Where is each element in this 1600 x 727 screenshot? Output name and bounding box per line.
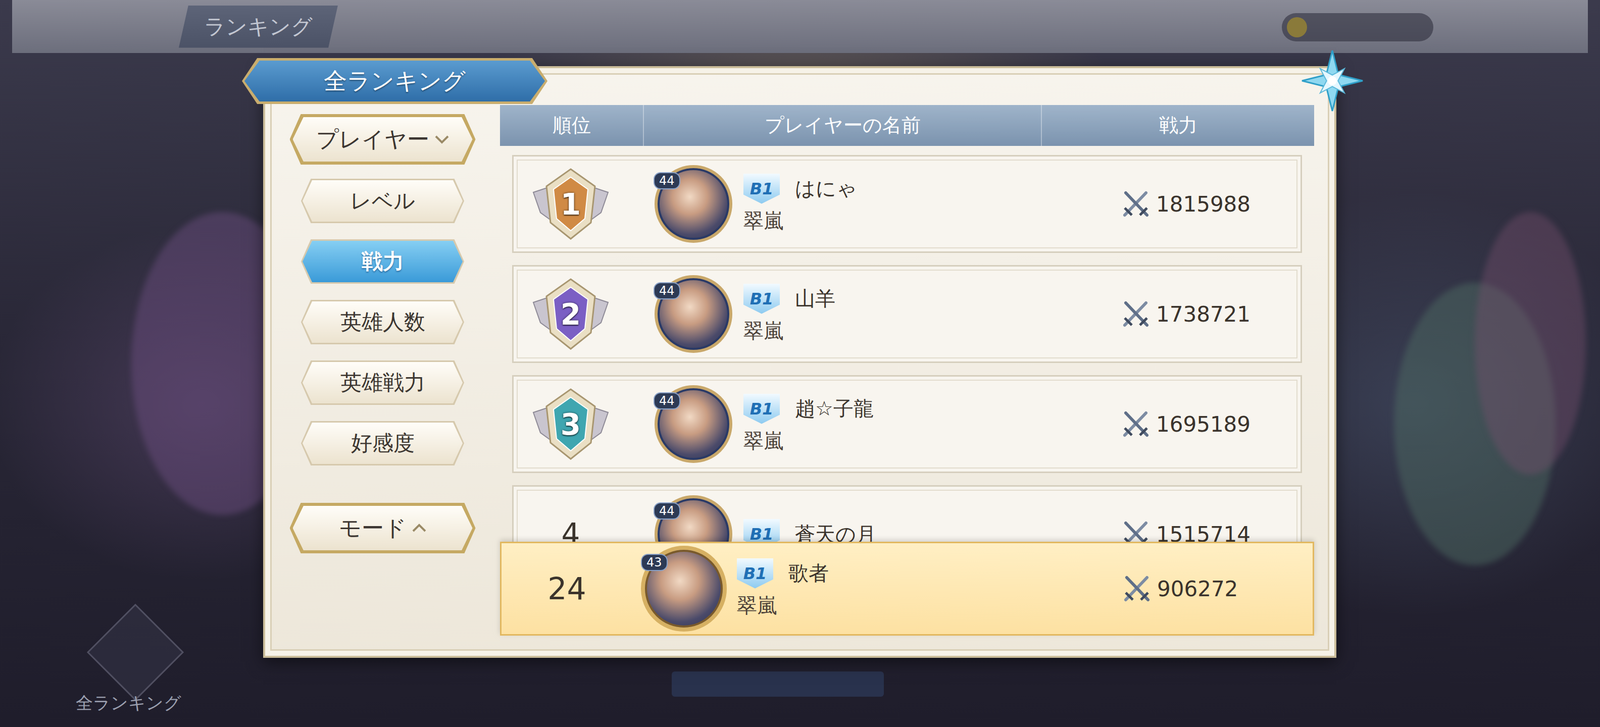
panel-title: 全ランキング <box>244 60 545 102</box>
crossed-swords-icon <box>1120 188 1152 220</box>
level-badge: 43 <box>640 554 668 572</box>
panel-title-tab: 全ランキング <box>241 58 548 105</box>
player-name: はにゃ <box>790 174 1110 203</box>
power-cell: 1738721 <box>1120 298 1251 330</box>
rank-number: 24 <box>547 571 586 607</box>
player-name: 山羊 <box>790 284 1110 313</box>
guild-name: 翠嵐 <box>743 427 791 456</box>
power-value: 1738721 <box>1156 302 1251 327</box>
rank-cell: 1 <box>513 166 628 242</box>
ranking-panel: 全ランキングプレイヤーレベル戦力英雄人数英雄戦力好感度モード順位プレイヤーの名前… <box>263 66 1337 659</box>
sidebar-item[interactable]: 英雄人数 <box>301 300 465 345</box>
sidebar-item[interactable]: 戦力 <box>301 239 465 284</box>
player-avatar[interactable]: 43 <box>640 545 727 632</box>
player-name: 趙☆子龍 <box>790 394 1110 423</box>
sidebar-item[interactable]: 好感度 <box>301 421 465 466</box>
rank-medal: 2 <box>530 276 612 353</box>
background-figure <box>1474 212 1586 475</box>
sidebar-item-label[interactable]: 戦力 <box>361 247 405 276</box>
crossed-swords-icon <box>1121 573 1153 605</box>
player-name: 歌者 <box>784 559 1111 588</box>
player-info: B1 趙☆子龍翠嵐 <box>743 393 1110 456</box>
level-badge: 44 <box>653 392 681 410</box>
player-avatar[interactable]: 44 <box>654 275 733 354</box>
table-header: 順位プレイヤーの名前戦力 <box>500 105 1315 146</box>
power-cell: 1695189 <box>1120 409 1251 440</box>
sidebar-item-face[interactable]: 英雄人数 <box>302 301 463 343</box>
column-header: 戦力 <box>1040 105 1315 146</box>
category-label[interactable]: モード <box>338 513 407 544</box>
chevron-icon[interactable] <box>411 523 427 534</box>
guild-name: 翠嵐 <box>743 317 791 345</box>
server-badge: B1 <box>743 283 780 315</box>
close-button[interactable] <box>1301 49 1364 113</box>
power-cell: 1815988 <box>1120 188 1251 220</box>
sidebar-item[interactable]: 英雄戦力 <box>301 360 465 406</box>
player-avatar[interactable]: 44 <box>654 165 733 243</box>
own-rank-row[interactable]: 24 43 B1 歌者翠嵐 906272 <box>500 541 1315 636</box>
ranking-icon[interactable] <box>86 604 184 702</box>
sidebar-item-face[interactable]: 英雄戦力 <box>302 362 463 404</box>
ranking-screen: ランキング全ランキング全ランキングプレイヤーレベル戦力英雄人数英雄戦力好感度モー… <box>0 0 1600 727</box>
rank-medal: 1 <box>530 166 612 242</box>
chevron-icon[interactable] <box>434 134 450 145</box>
table-row[interactable]: 1 44 B1 はにゃ翠嵐 1815988 <box>512 155 1303 254</box>
server-badge: B1 <box>743 173 780 205</box>
sidebar-item-label[interactable]: レベル <box>350 186 416 216</box>
rank-cell: 3 <box>513 386 628 463</box>
player-info: B1 山羊翠嵐 <box>743 283 1110 345</box>
category-label[interactable]: プレイヤー <box>316 124 430 155</box>
category-dropdown-face[interactable]: プレイヤー <box>292 117 473 162</box>
rank-medal: 3 <box>530 386 612 463</box>
level-badge: 44 <box>653 502 681 520</box>
currency-pill <box>1281 13 1434 42</box>
column-header: 順位 <box>500 105 643 146</box>
column-header: プレイヤーの名前 <box>642 105 1041 146</box>
server-badge: B1 <box>743 393 780 425</box>
sidebar-item-face[interactable]: 戦力 <box>302 240 463 283</box>
player-info: B1 歌者翠嵐 <box>736 558 1111 620</box>
rank-number: 2 <box>530 297 612 332</box>
category-dropdown[interactable]: プレイヤー <box>289 114 476 165</box>
sidebar-item-label[interactable]: 好感度 <box>351 429 415 458</box>
ranking-table: 順位プレイヤーの名前戦力144B1はにゃ翠嵐1815988244B1山羊翠嵐17… <box>500 105 1315 636</box>
rank-number: 3 <box>530 407 612 442</box>
sidebar-item[interactable]: レベル <box>301 178 465 224</box>
rank-cell: 2 <box>513 276 628 353</box>
close-star-icon[interactable] <box>1301 49 1364 113</box>
power-value: 1695189 <box>1156 412 1251 437</box>
sidebar: プレイヤーレベル戦力英雄人数英雄戦力好感度モード <box>265 105 500 636</box>
sidebar-item-face[interactable]: 好感度 <box>302 422 463 465</box>
level-badge: 44 <box>653 282 681 300</box>
power-value: 906272 <box>1157 576 1238 602</box>
category-dropdown-face[interactable]: モード <box>292 506 473 551</box>
sidebar-item-face[interactable]: レベル <box>302 180 463 222</box>
crossed-swords-icon <box>1120 298 1152 330</box>
sidebar-item-label[interactable]: 英雄戦力 <box>340 368 426 397</box>
table-row[interactable]: 3 44 B1 趙☆子龍翠嵐 1695189 <box>512 375 1303 474</box>
table-row[interactable]: 2 44 B1 山羊翠嵐 1738721 <box>512 265 1303 364</box>
category-dropdown[interactable]: モード <box>289 503 476 554</box>
screen-title: ランキング <box>178 5 338 48</box>
level-badge: 44 <box>653 172 681 190</box>
player-info: B1 はにゃ翠嵐 <box>743 173 1110 235</box>
guild-name: 翠嵐 <box>743 207 791 235</box>
power-value: 1815988 <box>1156 191 1251 217</box>
rank-number: 1 <box>530 187 612 222</box>
guild-name: 翠嵐 <box>736 591 785 620</box>
player-avatar[interactable]: 44 <box>654 385 733 464</box>
corner-label[interactable]: 全ランキング <box>75 691 182 716</box>
crossed-swords-icon <box>1120 409 1152 440</box>
rank-cell: 24 <box>501 571 633 607</box>
power-cell: 906272 <box>1121 573 1238 605</box>
sidebar-item-label[interactable]: 英雄人数 <box>340 308 426 337</box>
server-badge: B1 <box>736 558 774 589</box>
background-button <box>671 671 884 697</box>
